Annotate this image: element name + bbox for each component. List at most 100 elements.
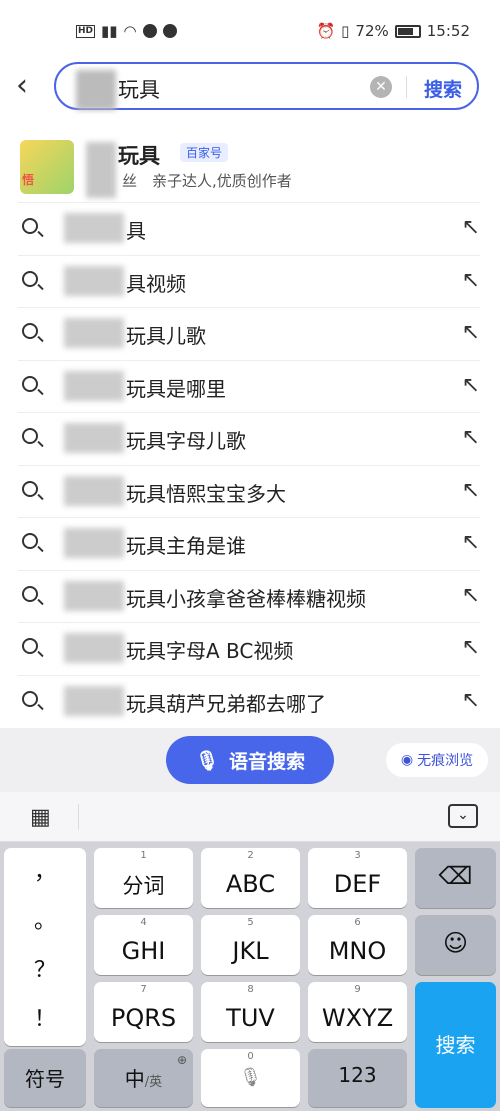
fill-arrow-icon[interactable]: ↖ [462, 320, 480, 345]
voice-search-button[interactable]: 🎙 语音搜索 [166, 736, 334, 784]
search-icon [22, 270, 38, 287]
microphone-icon: 🎙 [194, 749, 220, 772]
redacted-text [64, 370, 124, 401]
fill-arrow-icon[interactable]: ↖ [462, 688, 480, 713]
redacted-text [64, 423, 124, 453]
search-input[interactable]: 玩具 ✕ 搜索 [54, 62, 479, 110]
suggestion-item[interactable]: 具 ↖ [18, 202, 480, 255]
suggestion-item[interactable]: 玩具主角是谁 ↖ [18, 517, 480, 570]
globe-icon: ⊕ [176, 1053, 187, 1067]
mask-icon: ◉ [400, 752, 414, 768]
grid-icon[interactable]: ▦ [30, 805, 51, 830]
punct-key[interactable]: ！ [4, 995, 86, 1044]
key-number: 9 [354, 984, 361, 995]
key-label: PQRS [110, 1004, 177, 1032]
back-icon[interactable]: ‹ [16, 68, 28, 104]
fill-arrow-icon[interactable]: ↖ [462, 478, 480, 503]
battery-icon [394, 24, 421, 38]
fill-arrow-icon[interactable]: ↖ [462, 425, 480, 450]
search-button[interactable]: 搜索 [424, 75, 462, 102]
symbols-key[interactable]: 符号 [4, 1049, 86, 1107]
key-label: DEF [333, 870, 382, 898]
key-5[interactable]: 5 JKL [201, 915, 300, 975]
redacted-text [76, 70, 116, 110]
fill-arrow-icon[interactable]: ↖ [462, 268, 480, 293]
search-icon [22, 323, 38, 339]
redacted-text [86, 142, 116, 198]
fill-arrow-icon[interactable]: ↖ [462, 583, 480, 608]
key-number: 1 [140, 850, 147, 861]
key-label: 123 [338, 1063, 377, 1087]
fill-arrow-icon[interactable]: ↖ [462, 215, 480, 240]
key-number: 7 [140, 984, 147, 995]
account-avatar: 悟 [20, 140, 74, 194]
redacted-text [64, 318, 124, 348]
incognito-button[interactable]: ◉ 无痕浏览 [386, 743, 488, 777]
suggestion-item[interactable]: 玩具儿歌 ↖ [18, 307, 480, 360]
search-icon [22, 533, 38, 549]
voice-search-bar: 🎙 语音搜索 ◉ 无痕浏览 [0, 728, 500, 792]
account-suggestion[interactable]: 悟 玩具 百家号 丝 亲子达人,优质创作者 [0, 130, 500, 202]
status-bar: HD ▮▮ ◠ ⏰ ▯ 72% 15:52 [0, 0, 500, 62]
punct-key[interactable]: ？ [4, 946, 86, 995]
punct-key[interactable]: 。 [4, 897, 86, 946]
clear-icon[interactable]: ✕ [370, 76, 392, 98]
suggestion-text: 具视频 [126, 271, 186, 296]
account-badge: 百家号 [180, 143, 229, 162]
key-4[interactable]: 4 GHI [94, 915, 193, 975]
key-number: 3 [354, 850, 361, 861]
redacted-text [64, 213, 124, 243]
microphone-icon: 🎙 [239, 1067, 262, 1088]
punct-key[interactable]: ， [4, 848, 86, 897]
numbers-key[interactable]: 123 [308, 1049, 407, 1107]
key-6[interactable]: 6 MNO [308, 915, 407, 975]
hide-keyboard-icon[interactable]: ⌄ [448, 804, 478, 828]
key-label: TUV [226, 1004, 275, 1032]
status-left-icons: HD ▮▮ ◠ [76, 22, 177, 40]
emoji-icon: ☺ [442, 929, 469, 957]
key-label: 分词 [122, 874, 165, 898]
status-right-icons: ⏰ ▯ 72% 15:52 [316, 22, 470, 40]
suggestion-item[interactable]: 玩具是哪里 ↖ [18, 359, 480, 413]
suggestion-item[interactable]: 玩具小孩拿爸爸棒棒糖视频 ↖ [18, 569, 480, 623]
search-key[interactable]: 搜索 [415, 982, 496, 1108]
fill-arrow-icon[interactable]: ↖ [462, 373, 480, 398]
key-number: 4 [140, 917, 147, 928]
fill-arrow-icon[interactable]: ↖ [462, 635, 480, 660]
message-icon [142, 24, 157, 38]
key-7[interactable]: 7 PQRS [94, 982, 193, 1042]
toolbar-divider [78, 804, 79, 830]
key-9[interactable]: 9 WXYZ [308, 982, 407, 1042]
space-key[interactable]: 0 🎙 [201, 1049, 300, 1107]
suggestion-text: 玩具字母儿歌 [126, 429, 246, 453]
voice-search-label: 语音搜索 [229, 750, 306, 773]
suggestion-item[interactable]: 具视频 ↖ [18, 254, 480, 308]
backspace-key[interactable]: ⌫ [415, 848, 496, 908]
battery-percent: 72% [355, 22, 389, 40]
key-label: GHI [121, 937, 166, 965]
suggestion-item[interactable]: 玩具悟熙宝宝多大 ↖ [18, 464, 480, 518]
key-8[interactable]: 8 TUV [201, 982, 300, 1042]
emoji-key[interactable]: ☺ [415, 915, 496, 975]
key-label: 中/英 [94, 1063, 193, 1092]
incognito-label: 无痕浏览 [417, 753, 474, 769]
search-icon [22, 638, 38, 654]
wifi-icon: ◠ [123, 22, 137, 40]
account-desc: 亲子达人,优质创作者 [152, 172, 292, 190]
suggestion-item[interactable]: 玩具字母A BC视频 ↖ [18, 622, 480, 675]
suggestion-text: 玩具字母A BC视频 [126, 639, 294, 663]
key-2[interactable]: 2 ABC [201, 848, 300, 908]
key-1[interactable]: 1 分词 [94, 848, 193, 908]
fill-arrow-icon[interactable]: ↖ [462, 530, 480, 555]
suggestion-item[interactable]: 玩具字母儿歌 ↖ [18, 412, 480, 465]
redacted-text [64, 685, 124, 716]
search-icon [22, 375, 38, 392]
suggestion-text: 玩具儿歌 [126, 324, 206, 348]
suggestion-item[interactable]: 玩具葫芦兄弟都去哪了 ↖ [18, 674, 480, 728]
search-icon [22, 690, 38, 707]
key-label: ABC [225, 870, 276, 898]
key-3[interactable]: 3 DEF [308, 848, 407, 908]
keyboard-toolbar: ▦ ⌄ [0, 792, 500, 842]
search-query[interactable]: 玩具 [118, 74, 160, 104]
language-toggle-key[interactable]: 中/英 ⊕ [94, 1049, 193, 1107]
